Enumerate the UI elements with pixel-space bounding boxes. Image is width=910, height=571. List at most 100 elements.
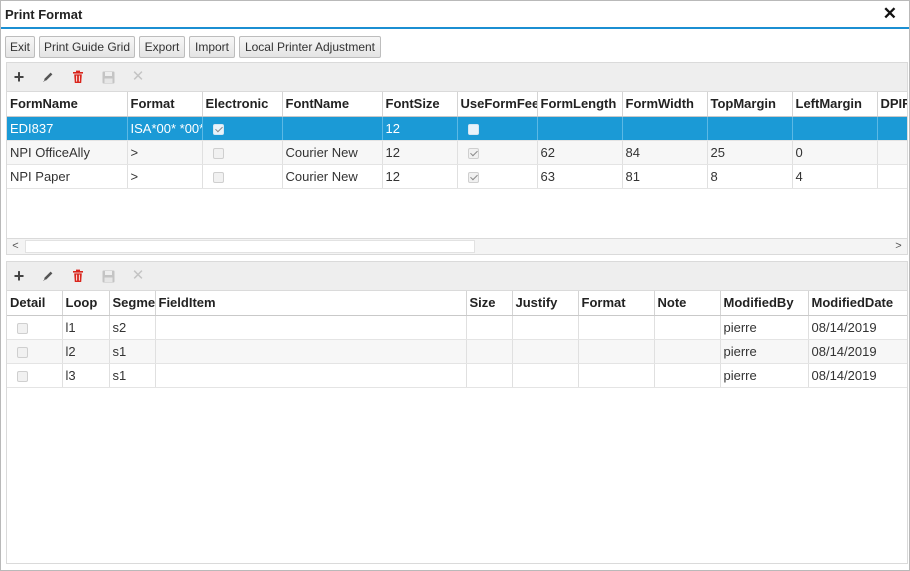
column-header-segment[interactable]: Segment — [109, 291, 156, 316]
cell-detail[interactable] — [7, 363, 63, 388]
cell-electronic[interactable] — [202, 116, 283, 141]
detail-checkbox[interactable] — [17, 322, 28, 334]
table-row[interactable]: l1 s2 pierre 08/14/2019 — [7, 315, 907, 340]
cell-justify[interactable] — [512, 315, 579, 340]
electronic-checkbox[interactable] — [212, 171, 224, 183]
useformfeed-checkbox[interactable] — [467, 147, 479, 159]
column-header-justify[interactable]: Justify — [512, 291, 579, 316]
cell-format[interactable] — [578, 315, 655, 340]
add-icon[interactable]: + — [11, 267, 27, 285]
cell-loop[interactable]: l2 — [62, 339, 110, 364]
exit-button[interactable]: Exit — [5, 36, 35, 58]
cell-leftmargin[interactable] — [792, 116, 878, 141]
cell-loop[interactable]: l3 — [62, 363, 110, 388]
column-header-dpi[interactable]: DPIF — [877, 92, 907, 117]
cell-topmargin[interactable] — [707, 116, 793, 141]
cell-segment[interactable]: s2 — [109, 315, 156, 340]
column-header-modifiedby[interactable]: ModifiedBy — [720, 291, 809, 316]
detail-checkbox[interactable] — [17, 370, 28, 382]
column-header-format[interactable]: Format — [578, 291, 655, 316]
cell-dpi[interactable] — [877, 140, 907, 165]
export-button[interactable]: Export — [139, 36, 185, 58]
cell-useformfeed[interactable] — [457, 164, 538, 189]
cell-note[interactable] — [654, 363, 721, 388]
cell-formname[interactable]: EDI837 — [7, 116, 128, 141]
cell-formlength[interactable]: 62 — [537, 140, 623, 165]
cell-note[interactable] — [654, 339, 721, 364]
column-header-detail[interactable]: Detail — [7, 291, 63, 316]
cell-format[interactable] — [578, 339, 655, 364]
cell-detail[interactable] — [7, 339, 63, 364]
cell-justify[interactable] — [512, 339, 579, 364]
cell-format[interactable]: > — [127, 140, 203, 165]
cell-electronic[interactable] — [202, 164, 283, 189]
cell-fontname[interactable]: Courier New — [282, 140, 383, 165]
cell-electronic[interactable] — [202, 140, 283, 165]
cell-topmargin[interactable]: 8 — [707, 164, 793, 189]
cell-detail[interactable] — [7, 315, 63, 340]
cell-size[interactable] — [466, 339, 513, 364]
cell-dpi[interactable] — [877, 116, 907, 141]
cell-useformfeed[interactable] — [457, 116, 538, 141]
column-header-fontsize[interactable]: FontSize — [382, 92, 458, 117]
cell-formwidth[interactable] — [622, 116, 708, 141]
cell-modifiedby[interactable]: pierre — [720, 315, 809, 340]
column-header-note[interactable]: Note — [654, 291, 721, 316]
print-guide-grid-button[interactable]: Print Guide Grid — [39, 36, 135, 58]
column-header-fontname[interactable]: FontName — [282, 92, 383, 117]
cell-modifieddate[interactable]: 08/14/2019 — [808, 363, 907, 388]
local-printer-adjustment-button[interactable]: Local Printer Adjustment — [239, 36, 381, 58]
cell-fielditem[interactable] — [155, 339, 467, 364]
electronic-checkbox[interactable] — [212, 147, 224, 159]
edit-icon[interactable] — [40, 268, 56, 284]
delete-icon[interactable] — [70, 69, 86, 85]
useformfeed-checkbox[interactable] — [467, 171, 479, 183]
cell-dpi[interactable] — [877, 164, 907, 189]
add-icon[interactable]: + — [11, 68, 27, 86]
cell-format[interactable]: ISA*00* *00* — [127, 116, 203, 141]
import-button[interactable]: Import — [189, 36, 235, 58]
cell-modifiedby[interactable]: pierre — [720, 363, 809, 388]
cell-fontsize[interactable]: 12 — [382, 116, 458, 141]
column-header-leftmargin[interactable]: LeftMargin — [792, 92, 878, 117]
column-header-topmargin[interactable]: TopMargin — [707, 92, 793, 117]
cell-fielditem[interactable] — [155, 315, 467, 340]
cell-size[interactable] — [466, 363, 513, 388]
cell-topmargin[interactable]: 25 — [707, 140, 793, 165]
cell-formwidth[interactable]: 84 — [622, 140, 708, 165]
edit-icon[interactable] — [40, 69, 56, 85]
cell-modifiedby[interactable]: pierre — [720, 339, 809, 364]
useformfeed-checkbox[interactable] — [467, 123, 479, 135]
scroll-right-icon[interactable]: > — [890, 239, 907, 254]
table-row[interactable]: NPI OfficeAlly > Courier New 12 62 84 25… — [7, 140, 907, 165]
column-header-formname[interactable]: FormName — [7, 92, 128, 117]
cell-fontname[interactable]: Courier New — [282, 164, 383, 189]
column-header-formlength[interactable]: FormLength — [537, 92, 623, 117]
cell-segment[interactable]: s1 — [109, 363, 156, 388]
cell-useformfeed[interactable] — [457, 140, 538, 165]
cell-leftmargin[interactable]: 4 — [792, 164, 878, 189]
cell-modifieddate[interactable]: 08/14/2019 — [808, 315, 907, 340]
cell-formlength[interactable]: 63 — [537, 164, 623, 189]
cell-leftmargin[interactable]: 0 — [792, 140, 878, 165]
column-header-formwidth[interactable]: FormWidth — [622, 92, 708, 117]
horizontal-scrollbar[interactable]: < > — [6, 238, 908, 255]
column-header-format[interactable]: Format — [127, 92, 203, 117]
cell-format[interactable] — [578, 363, 655, 388]
column-header-useformfeed[interactable]: UseFormFeed — [457, 92, 538, 117]
cell-formwidth[interactable]: 81 — [622, 164, 708, 189]
electronic-checkbox[interactable] — [212, 123, 224, 135]
cell-justify[interactable] — [512, 363, 579, 388]
column-header-fielditem[interactable]: FieldItem — [155, 291, 467, 316]
cell-loop[interactable]: l1 — [62, 315, 110, 340]
cell-size[interactable] — [466, 315, 513, 340]
close-icon[interactable]: ✕ — [883, 4, 897, 24]
cell-note[interactable] — [654, 315, 721, 340]
table-row[interactable]: l3 s1 pierre 08/14/2019 — [7, 363, 907, 388]
detail-checkbox[interactable] — [17, 346, 28, 358]
cell-segment[interactable]: s1 — [109, 339, 156, 364]
column-header-electronic[interactable]: Electronic — [202, 92, 283, 117]
delete-icon[interactable] — [70, 268, 86, 284]
column-header-modifieddate[interactable]: ModifiedDate — [808, 291, 907, 316]
scrollbar-thumb[interactable] — [25, 240, 475, 253]
